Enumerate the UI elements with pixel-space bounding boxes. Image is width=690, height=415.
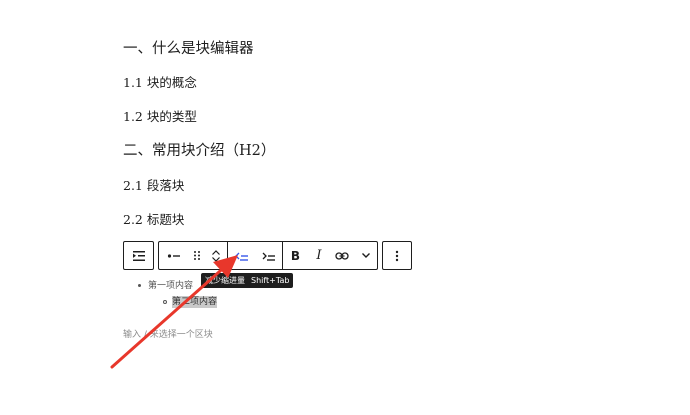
- italic-button[interactable]: I: [308, 242, 330, 269]
- outdent-button[interactable]: [228, 242, 255, 269]
- block-appender-placeholder[interactable]: 输入 / 来选择一个区块: [123, 327, 213, 340]
- heading-2-2[interactable]: 2.2 标题块: [123, 209, 184, 228]
- chevron-down-icon: [361, 252, 371, 259]
- outdent-icon: [234, 251, 249, 261]
- options-button[interactable]: [383, 242, 411, 269]
- bullet-marker: [138, 284, 141, 287]
- heading-1-1[interactable]: 1.1 块的概念: [123, 72, 197, 91]
- nested-list-item-text: 第二项内容: [172, 296, 218, 308]
- nested-list-item[interactable]: 第二项内容: [163, 294, 218, 308]
- annotation-arrow-icon: [110, 255, 238, 369]
- heading-1-2[interactable]: 1.2 块的类型: [123, 106, 197, 125]
- outdent-tooltip: 减少缩进量 Shift+Tab: [201, 273, 294, 288]
- chevron-up-icon[interactable]: [211, 249, 221, 256]
- bold-button[interactable]: B: [283, 242, 308, 269]
- chevron-down-icon[interactable]: [211, 256, 221, 263]
- heading-2[interactable]: 二、常用块介绍（H2）: [123, 139, 275, 160]
- list-item-text: 第一项内容: [148, 281, 194, 291]
- block-type-group: [123, 241, 154, 270]
- circle-marker: [163, 299, 167, 304]
- drag-handle-icon: [193, 250, 201, 261]
- options-group: [382, 241, 412, 270]
- tooltip-shortcut: Shift+Tab: [251, 276, 290, 285]
- more-vertical-icon: [395, 250, 399, 262]
- heading-2-1[interactable]: 2.1 段落块: [123, 175, 184, 194]
- link-button[interactable]: [330, 242, 354, 269]
- more-formats-button[interactable]: [354, 242, 377, 269]
- list-bullet-icon: [167, 253, 181, 259]
- indent-button[interactable]: [255, 242, 282, 269]
- indent-icon: [262, 251, 276, 261]
- heading-1[interactable]: 一、什么是块编辑器: [123, 37, 254, 58]
- main-tools-group: B I: [158, 241, 378, 270]
- tooltip-label: 减少缩进量: [205, 276, 245, 285]
- select-parent-button[interactable]: [159, 242, 189, 269]
- drag-handle[interactable]: [189, 242, 205, 269]
- list-item[interactable]: 第一项内容: [138, 278, 193, 291]
- list-icon: [132, 250, 146, 262]
- move-buttons: [205, 249, 227, 263]
- block-toolbar: B I: [123, 241, 412, 270]
- link-icon: [335, 251, 349, 260]
- block-type-button[interactable]: [124, 242, 153, 269]
